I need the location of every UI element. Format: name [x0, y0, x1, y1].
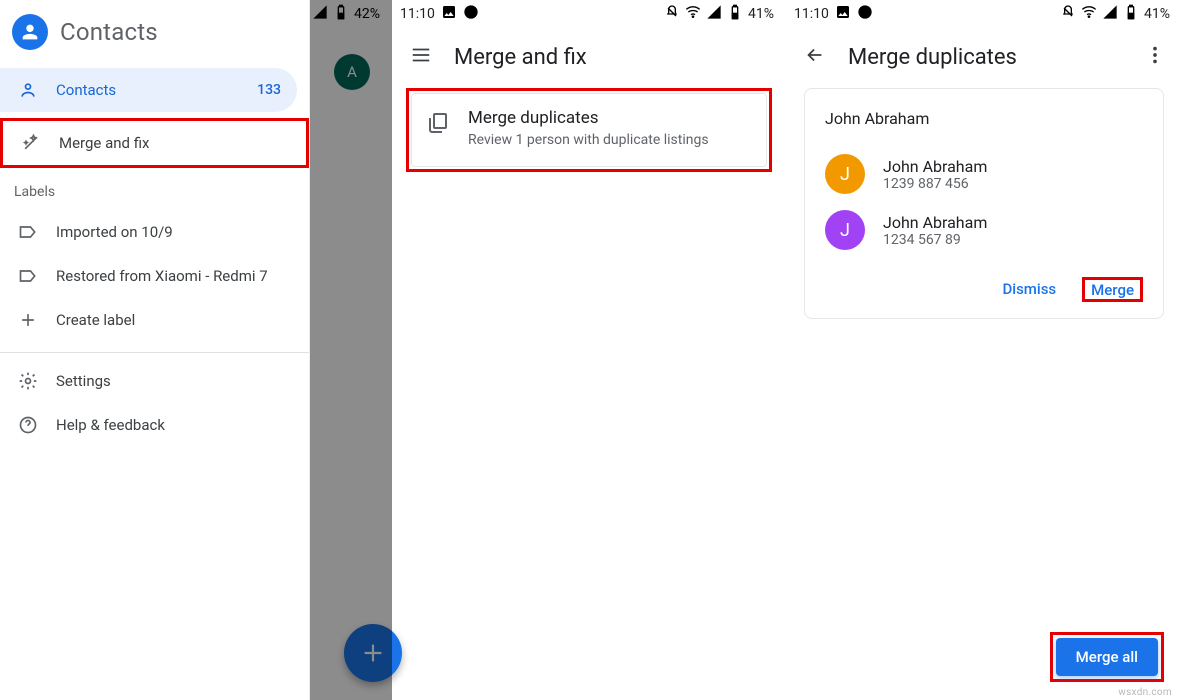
- image-icon: [835, 4, 851, 24]
- status-bar: 11:10 41%: [786, 0, 1182, 28]
- nav-item-help[interactable]: Help & feedback: [0, 403, 309, 447]
- duplicate-person-name: John Abraham: [825, 109, 1143, 128]
- wifi-icon: [1081, 4, 1097, 24]
- screen-2-merge-and-fix: 11:10 41% Merge and fix Merge duplicates…: [392, 0, 786, 700]
- avatar: J: [825, 154, 865, 194]
- drawer-header: Contacts: [0, 0, 309, 68]
- contacts-logo-icon: [12, 14, 48, 50]
- nav-item-merge-fix[interactable]: Merge and fix: [0, 118, 309, 168]
- magic-wand-icon: [21, 133, 41, 153]
- card-subtitle: Review 1 person with duplicate listings: [468, 132, 709, 148]
- copy-icon: [426, 108, 450, 148]
- image-icon: [441, 4, 457, 24]
- label-icon: [18, 222, 38, 242]
- label-restored[interactable]: Restored from Xiaomi - Redmi 7: [0, 254, 309, 298]
- nav-label: Contacts: [56, 81, 116, 99]
- status-time: 11:10: [400, 6, 435, 22]
- merge-all-highlight: Merge all: [1050, 632, 1164, 682]
- battery-icon: [333, 4, 349, 24]
- gear-icon: [18, 371, 38, 391]
- signal-icon: [312, 4, 328, 24]
- app-bar: Merge and fix: [392, 28, 786, 88]
- overflow-menu-icon[interactable]: [1144, 44, 1166, 70]
- contact-phone: 1239 887 456: [883, 176, 987, 192]
- drawer-title: Contacts: [60, 18, 158, 46]
- app-bar: Merge duplicates: [786, 28, 1182, 88]
- create-label[interactable]: Create label: [0, 298, 309, 342]
- duplicate-entry-1[interactable]: J John Abraham 1239 887 456: [825, 146, 1143, 202]
- battery-pct: 42%: [354, 6, 380, 22]
- avatar: J: [825, 210, 865, 250]
- screen-title: Merge duplicates: [848, 45, 1017, 70]
- label-text: Restored from Xiaomi - Redmi 7: [56, 267, 268, 285]
- screen-title: Merge and fix: [454, 45, 587, 70]
- facebook-icon: [463, 4, 479, 24]
- navigation-drawer: Contacts Contacts 133 Merge and fix Labe…: [0, 0, 310, 700]
- add-contact-fab[interactable]: [344, 624, 402, 682]
- nav-label: Settings: [56, 372, 111, 390]
- battery-pct: 41%: [748, 6, 774, 22]
- labels-header: Labels: [0, 168, 309, 210]
- merge-button[interactable]: Merge: [1087, 275, 1138, 305]
- battery-pct: 41%: [1144, 6, 1170, 22]
- person-icon: [18, 80, 38, 100]
- dismiss-button[interactable]: Dismiss: [998, 274, 1060, 304]
- merge-highlight: Merge: [1082, 277, 1143, 302]
- label-icon: [18, 266, 38, 286]
- merge-all-button[interactable]: Merge all: [1056, 638, 1158, 676]
- status-time: 11:10: [794, 6, 829, 22]
- dnd-icon: [664, 4, 680, 24]
- wifi-icon: [685, 4, 701, 24]
- merge-duplicates-highlight: Merge duplicates Review 1 person with du…: [406, 88, 772, 172]
- hamburger-menu-icon[interactable]: [410, 44, 432, 70]
- watermark: wsxdn.com: [1118, 687, 1172, 698]
- duplicate-card: John Abraham J John Abraham 1239 887 456…: [804, 88, 1164, 319]
- contact-name: John Abraham: [883, 213, 987, 232]
- nav-item-settings[interactable]: Settings: [0, 359, 309, 403]
- dnd-icon: [1060, 4, 1076, 24]
- status-bar: 11:10 41%: [392, 0, 786, 28]
- facebook-icon: [857, 4, 873, 24]
- plus-icon: [18, 310, 38, 330]
- card-title: Merge duplicates: [468, 108, 709, 128]
- battery-icon: [727, 4, 743, 24]
- nav-item-contacts[interactable]: Contacts 133: [0, 68, 297, 112]
- label-text: Imported on 10/9: [56, 223, 173, 241]
- contact-phone: 1234 567 89: [883, 232, 987, 248]
- help-icon: [18, 415, 38, 435]
- screen-3-merge-duplicates: 11:10 41% Merge duplicates John Abraham …: [786, 0, 1182, 700]
- merge-duplicates-card[interactable]: Merge duplicates Review 1 person with du…: [411, 93, 767, 167]
- signal-icon: [706, 4, 722, 24]
- screen-1-contacts-drawer: 10:48 42% A Contacts Contacts 133: [0, 0, 392, 700]
- account-avatar: A: [334, 54, 370, 90]
- label-imported[interactable]: Imported on 10/9: [0, 210, 309, 254]
- nav-label: Help & feedback: [56, 416, 165, 434]
- label-text: Create label: [56, 311, 135, 329]
- nav-label: Merge and fix: [59, 134, 149, 152]
- battery-icon: [1123, 4, 1139, 24]
- contact-name: John Abraham: [883, 157, 987, 176]
- signal-icon: [1102, 4, 1118, 24]
- contacts-count: 133: [257, 82, 281, 98]
- back-arrow-icon[interactable]: [804, 44, 826, 70]
- duplicate-entry-2[interactable]: J John Abraham 1234 567 89: [825, 202, 1143, 258]
